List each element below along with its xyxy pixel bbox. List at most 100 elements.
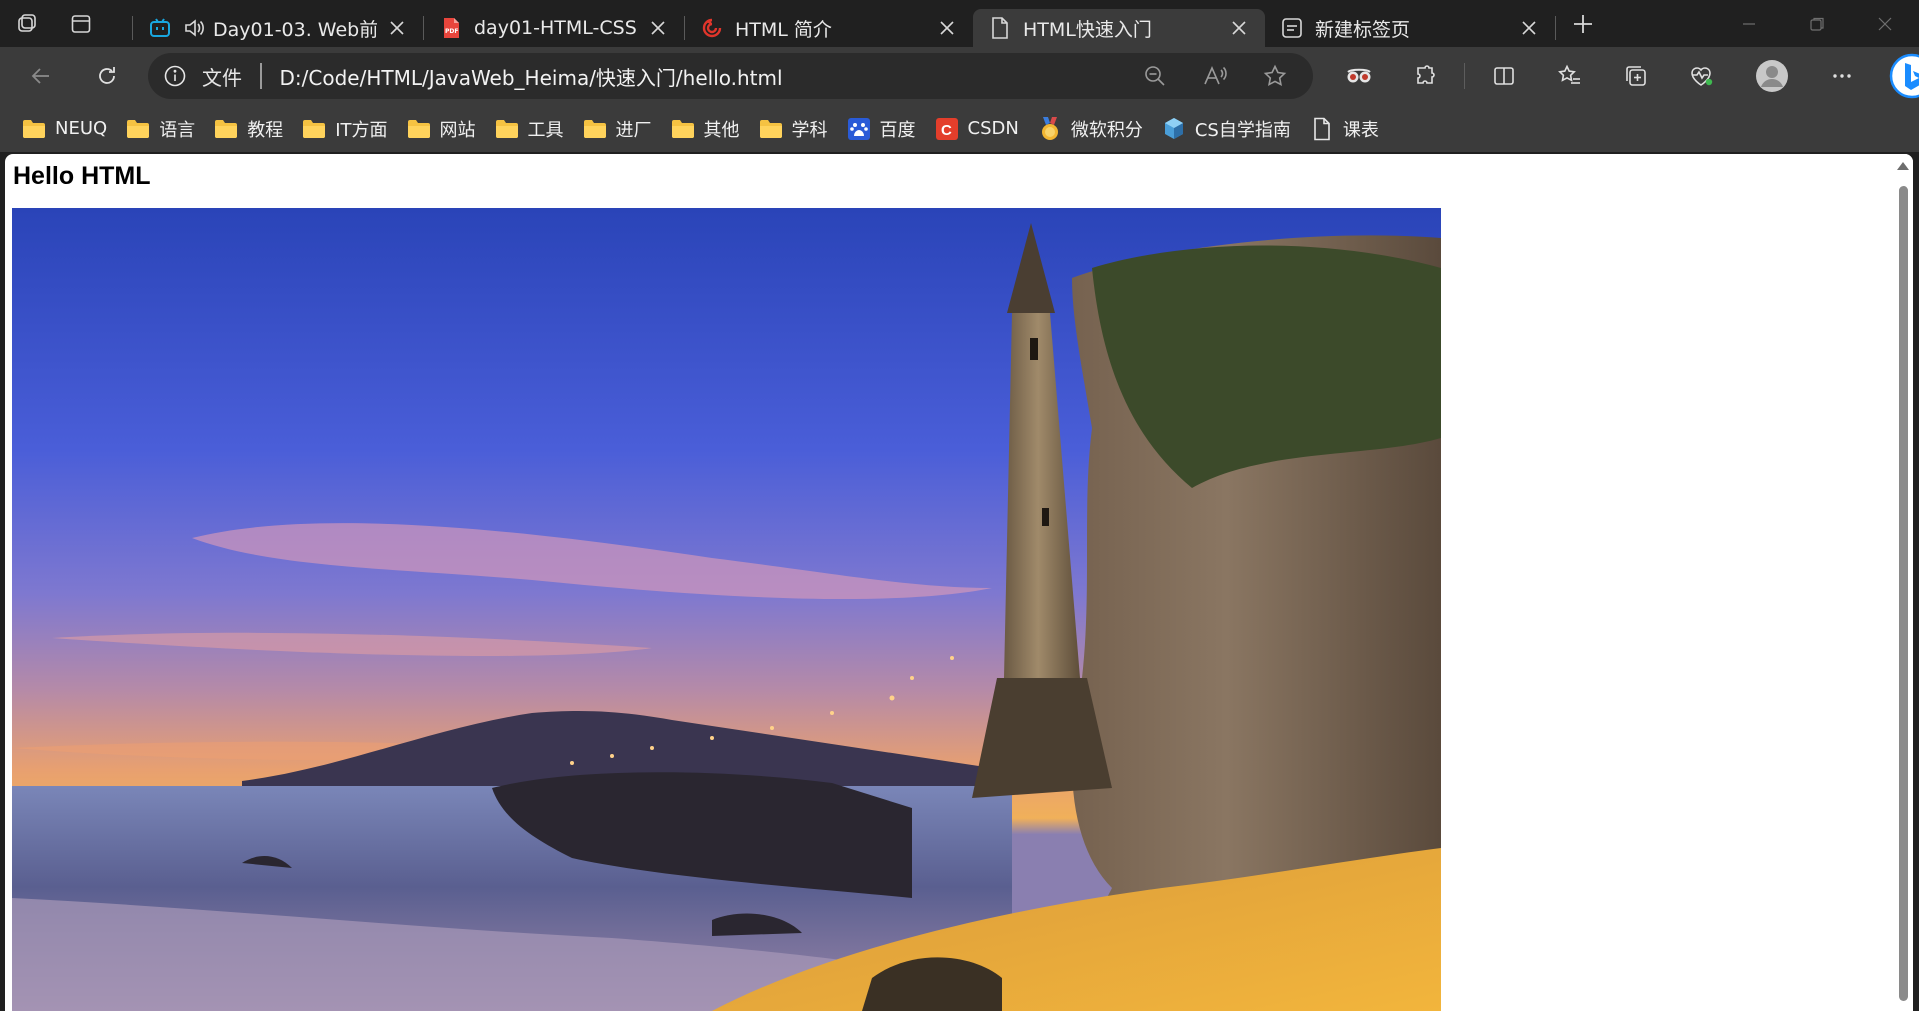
tab-actions-button[interactable] <box>54 0 108 47</box>
favorite-label: 教程 <box>247 119 284 141</box>
profile-button[interactable] <box>1735 53 1809 99</box>
page-image <box>12 208 1441 1011</box>
bing-copilot-button[interactable] <box>1875 53 1919 99</box>
file-icon <box>1310 117 1334 141</box>
back-button[interactable] <box>15 53 67 99</box>
folder-icon <box>126 117 150 141</box>
close-tab-icon[interactable] <box>385 16 409 40</box>
bing-icon <box>1889 53 1919 99</box>
split-screen-icon <box>1494 67 1514 85</box>
more-horizontal-icon <box>1833 74 1851 78</box>
close-tab-icon[interactable] <box>1227 16 1251 40</box>
close-tab-icon[interactable] <box>646 16 670 40</box>
file-icon <box>989 17 1011 39</box>
more-options-button[interactable] <box>1809 53 1875 99</box>
url-text[interactable]: D:/Code/HTML/JavaWeb_Heima/快速入门/hello.ht… <box>280 62 1126 91</box>
folder-icon <box>671 117 695 141</box>
workspaces-icon <box>18 13 36 32</box>
favorite-folder[interactable]: NEUQ <box>20 111 116 147</box>
add-favorite-button[interactable] <box>1245 56 1305 96</box>
close-icon <box>1878 17 1892 30</box>
tab-title: HTML 简介 <box>735 18 832 41</box>
page-heading: Hello HTML <box>13 162 151 190</box>
tab-title: Day01-03. Web前端 <box>213 18 377 41</box>
favorite-folder[interactable]: 学科 <box>757 111 837 147</box>
favorite-cs-guide[interactable]: CS自学指南 <box>1160 111 1300 147</box>
favorite-folder[interactable]: IT方面 <box>300 111 396 147</box>
restore-icon <box>1810 17 1824 31</box>
vertical-tabs-icon <box>71 14 91 33</box>
navigation-toolbar: 文件 D:/Code/HTML/JavaWeb_Heima/快速入门/hello… <box>0 47 1919 105</box>
read-aloud-button[interactable] <box>1185 56 1245 96</box>
address-divider <box>260 63 262 89</box>
address-bar[interactable]: 文件 D:/Code/HTML/JavaWeb_Heima/快速入门/hello… <box>148 53 1313 99</box>
svg-text:C: C <box>941 122 952 139</box>
tab-html-quickstart[interactable]: HTML快速入门 <box>973 9 1265 47</box>
favorite-folder[interactable]: 其他 <box>669 111 749 147</box>
vertical-scrollbar[interactable] <box>1895 154 1913 1011</box>
swirl-logo-icon <box>701 17 723 39</box>
tab-pdf[interactable]: PDF day01-HTML-CSS.pdf <box>424 9 684 47</box>
new-tab-button[interactable] <box>1556 0 1610 47</box>
speaker-icon[interactable] <box>183 17 205 39</box>
read-aloud-icon <box>1204 66 1227 85</box>
close-window-button[interactable] <box>1851 0 1919 47</box>
extensions-button[interactable] <box>1392 53 1458 99</box>
protocol-label: 文件 <box>202 65 242 90</box>
restore-button[interactable] <box>1783 0 1851 47</box>
puzzle-icon <box>1417 65 1435 84</box>
folder-icon <box>214 117 238 141</box>
favorite-label: 学科 <box>791 119 828 141</box>
site-info-button[interactable] <box>148 64 202 88</box>
favorite-schedule[interactable]: 课表 <box>1308 111 1388 147</box>
tab-new-tab[interactable]: 新建标签页 <box>1265 9 1555 47</box>
favorite-folder[interactable]: 语言 <box>124 111 204 147</box>
scroll-thumb[interactable] <box>1899 186 1908 1001</box>
close-tab-icon[interactable] <box>1517 16 1541 40</box>
folder-icon <box>759 117 783 141</box>
refresh-icon <box>99 67 115 84</box>
favorites-button[interactable] <box>1537 53 1603 99</box>
favorite-folder[interactable]: 网站 <box>405 111 485 147</box>
workspaces-button[interactable] <box>0 0 54 47</box>
window-controls <box>1715 0 1919 47</box>
pdf-icon: PDF <box>440 17 462 39</box>
favorite-folder[interactable]: 工具 <box>493 111 573 147</box>
tab-title: HTML快速入门 <box>1023 18 1152 41</box>
favorite-rewards[interactable]: 微软积分 <box>1036 111 1152 147</box>
refresh-button[interactable] <box>81 53 133 99</box>
favorite-baidu[interactable]: 百度 <box>845 111 925 147</box>
page-viewport: Hello HTML <box>5 154 1913 1011</box>
extension-eyes-button[interactable] <box>1326 53 1392 99</box>
baidu-icon <box>847 117 871 141</box>
favorite-csdn[interactable]: C CSDN <box>933 111 1028 147</box>
tab-bilibili[interactable]: Day01-03. Web前端 <box>133 9 423 47</box>
cube-icon <box>1162 117 1186 141</box>
favorite-label: IT方面 <box>335 119 388 141</box>
folder-icon <box>407 117 431 141</box>
bilibili-tv-icon <box>149 17 171 39</box>
glasses-icon <box>1347 68 1371 83</box>
collections-icon <box>1626 66 1646 86</box>
favorite-label: 工具 <box>527 119 564 141</box>
favorites-list-icon <box>1558 64 1580 84</box>
favorite-folder[interactable]: 教程 <box>212 111 292 147</box>
avatar <box>1756 60 1788 92</box>
zoom-button[interactable] <box>1125 56 1185 96</box>
toolbar-separator <box>1464 63 1465 89</box>
collections-button[interactable] <box>1603 53 1669 99</box>
folder-icon <box>583 117 607 141</box>
star-icon <box>1263 64 1287 86</box>
favorite-label: 网站 <box>439 119 476 141</box>
browser-essentials-button[interactable] <box>1669 53 1735 99</box>
scroll-up-arrow-icon[interactable] <box>1897 162 1909 170</box>
minimize-button[interactable] <box>1715 0 1783 47</box>
favorite-label: NEUQ <box>55 118 108 139</box>
split-screen-button[interactable] <box>1471 53 1537 99</box>
close-tab-icon[interactable] <box>935 16 959 40</box>
favorite-label: 课表 <box>1342 119 1379 141</box>
heart-pulse-icon <box>1691 67 1713 86</box>
tab-html-intro[interactable]: HTML 简介 <box>685 9 973 47</box>
plus-icon <box>1574 14 1592 33</box>
favorite-folder[interactable]: 进厂 <box>581 111 661 147</box>
